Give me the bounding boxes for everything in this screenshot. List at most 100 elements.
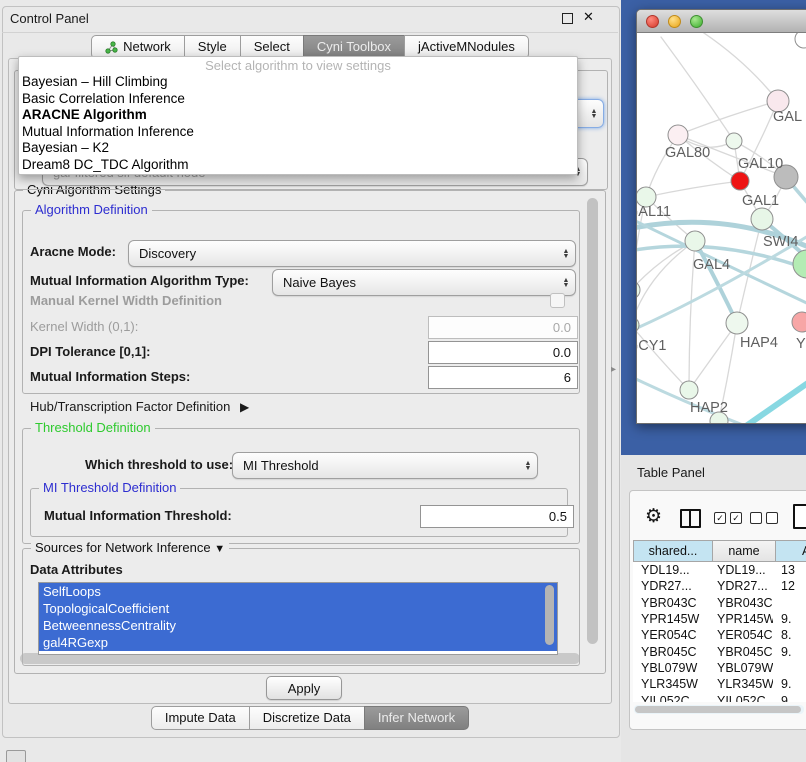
table-cell[interactable]: YDR27... (711, 579, 773, 593)
attribute-item-gal4rgexp[interactable]: gal4RGexp (39, 634, 557, 651)
tab-discretize-data[interactable]: Discretize Data (249, 706, 365, 730)
float-panel-icon[interactable] (562, 13, 573, 24)
network-canvas[interactable]: GALGAL80GAL10GAL1GAL11SWI4GAL4GCY1HAP4YH… (637, 33, 806, 423)
network-node[interactable] (637, 317, 639, 333)
table-cell[interactable]: 9. (773, 612, 791, 626)
attribute-item-selfloops[interactable]: SelfLoops (39, 583, 557, 600)
algorithm-option-aracne-algorithm[interactable]: ARACNE Algorithm (19, 107, 577, 124)
network-edge (689, 323, 737, 390)
table-cell[interactable]: YPR145W (711, 612, 773, 626)
table-cell[interactable]: YLR345W (633, 677, 711, 691)
mi-algorithm-type-combo[interactable]: Naive Bayes ▲▼ (272, 269, 576, 296)
table-cell[interactable]: YER054C (711, 628, 773, 642)
network-node[interactable] (668, 125, 688, 145)
table-row[interactable]: YPR145WYPR145W9. (633, 611, 806, 627)
table-cell[interactable]: 13 (773, 563, 795, 577)
table-cell[interactable]: YLR345W (711, 677, 773, 691)
table-cell[interactable]: YBR043C (711, 596, 773, 610)
table-row[interactable]: YBR043CYBR043C (633, 595, 806, 611)
network-node[interactable] (793, 250, 806, 278)
tab-impute-data[interactable]: Impute Data (151, 706, 250, 730)
aracne-mode-combo[interactable]: Discovery ▲▼ (128, 240, 576, 267)
table-row[interactable]: YDR27...YDR27...12 (633, 578, 806, 594)
algorithm-option-mutual-information-inference[interactable]: Mutual Information Inference (19, 124, 577, 141)
popup-placeholder: Select algorithm to view settings (19, 57, 577, 74)
which-threshold-combo[interactable]: MI Threshold ▲▼ (232, 452, 538, 479)
apply-button[interactable]: Apply (266, 676, 342, 700)
network-node[interactable] (731, 172, 749, 190)
algorithm-option-bayesian-k2[interactable]: Bayesian – K2 (19, 140, 577, 157)
network-node[interactable] (726, 133, 742, 149)
zoom-traffic-light[interactable] (690, 15, 703, 28)
column-header-shared[interactable]: shared... (633, 540, 713, 562)
document-icon[interactable] (793, 504, 806, 529)
network-node[interactable] (792, 312, 806, 332)
table-row[interactable]: YLR345WYLR345W9. (633, 676, 806, 692)
network-node[interactable] (751, 208, 773, 230)
select-all-columns-icon[interactable]: ✓ ✓ (714, 512, 742, 524)
table-cell[interactable]: YBL079W (633, 661, 711, 675)
table-cell[interactable]: YDL19... (633, 563, 711, 577)
gear-icon[interactable]: ⚙ (645, 505, 662, 528)
table-cell[interactable]: 9. (773, 645, 791, 659)
algorithm-option-bayesian-hill-climbing[interactable]: Bayesian – Hill Climbing (19, 74, 577, 91)
network-node[interactable] (795, 33, 806, 48)
table-cell[interactable]: YIL052C (633, 694, 711, 702)
table-cell[interactable]: 12 (773, 579, 795, 593)
table-cell[interactable]: YER054C (633, 628, 711, 642)
network-edge (637, 241, 695, 325)
network-node[interactable] (680, 381, 698, 399)
table-row[interactable]: YIL052CYIL052C9 (633, 692, 806, 702)
columns-icon[interactable] (680, 509, 701, 528)
table-cell[interactable]: YPR145W (633, 612, 711, 626)
table-cell[interactable]: YDL19... (711, 563, 773, 577)
table-row[interactable]: YBL079WYBL079W (633, 660, 806, 676)
hub-definition-expander[interactable]: Hub/Transcription Factor Definition ▶ (30, 398, 249, 416)
table-cell[interactable]: YBR043C (633, 596, 711, 610)
network-node[interactable] (726, 312, 748, 334)
network-node[interactable] (637, 281, 640, 299)
network-node[interactable] (685, 231, 705, 251)
splitter-handle-icon[interactable]: ▸ (611, 364, 616, 375)
algorithm-option-basic-correlation-inference[interactable]: Basic Correlation Inference (19, 91, 577, 108)
dpi-tolerance-field[interactable]: 0.0 (428, 341, 578, 364)
table-cell[interactable]: YDR27... (633, 579, 711, 593)
manual-kernel-width-checkbox[interactable] (550, 293, 565, 308)
kernel-width-field[interactable]: 0.0 (428, 316, 578, 339)
table-horizontal-scrollbar[interactable] (634, 705, 804, 714)
table-panel-title: Table Panel (637, 464, 705, 482)
table-row[interactable]: YBR045CYBR045C9. (633, 643, 806, 659)
attribute-item-betweennesscentrality[interactable]: BetweennessCentrality (39, 617, 557, 634)
mi-steps-field[interactable]: 6 (428, 366, 578, 389)
table-cell[interactable]: YBL079W (711, 661, 773, 675)
table-cell[interactable]: 9. (773, 677, 791, 691)
data-attributes-list[interactable]: SelfLoopsTopologicalCoefficientBetweenne… (38, 582, 558, 655)
network-edge (661, 37, 734, 141)
which-threshold-label: Which threshold to use: (85, 456, 233, 474)
expanded-arrow-icon[interactable]: ▼ (214, 543, 225, 555)
close-panel-icon[interactable]: ✕ (583, 9, 594, 25)
attribute-item-topologicalcoefficient[interactable]: TopologicalCoefficient (39, 600, 557, 617)
attributes-list-scrollbar[interactable] (545, 585, 554, 645)
table-cell[interactable]: YBR045C (633, 645, 711, 659)
algorithm-combo-arrow[interactable]: ▲▼ (576, 99, 604, 128)
algorithm-option-dream8-dc-tdc-algorithm[interactable]: Dream8 DC_TDC Algorithm (19, 157, 577, 174)
table-cell[interactable]: 9 (773, 694, 788, 702)
settings-vertical-scrollbar[interactable] (587, 198, 598, 644)
mi-threshold-field[interactable]: 0.5 (420, 505, 574, 528)
deselect-all-columns-icon[interactable] (750, 512, 778, 524)
table-scrollbar-thumb[interactable] (635, 706, 801, 713)
tab-infer-network[interactable]: Infer Network (364, 706, 469, 730)
table-cell[interactable]: 8. (773, 628, 791, 642)
close-traffic-light[interactable] (646, 15, 659, 28)
column-header-a[interactable]: A (776, 540, 806, 562)
table-row[interactable]: YER054CYER054C8. (633, 627, 806, 643)
minimize-traffic-light[interactable] (668, 15, 681, 28)
table-row[interactable]: YDL19...YDL19...13 (633, 562, 806, 578)
table-cell[interactable]: YBR045C (711, 645, 773, 659)
table-cell[interactable]: YIL052C (711, 694, 773, 702)
minimized-panel-icon[interactable] (6, 750, 26, 762)
network-window-titlebar[interactable] (637, 10, 806, 33)
column-header-name[interactable]: name (713, 540, 776, 562)
network-edge (637, 325, 689, 390)
